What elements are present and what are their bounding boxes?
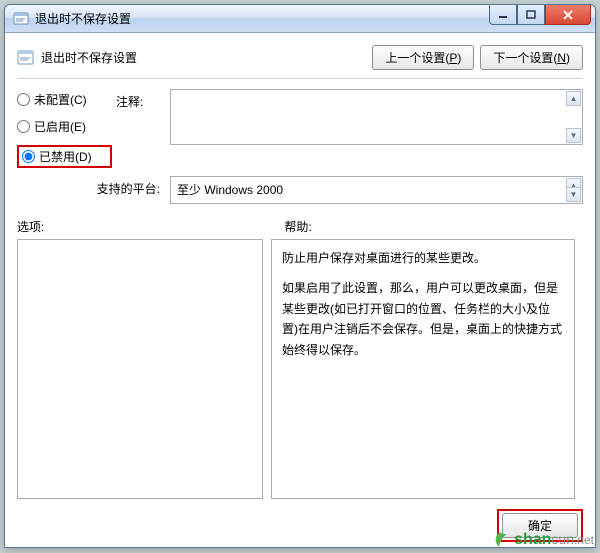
radio-not-configured[interactable]: 未配置(C)	[17, 91, 112, 108]
comment-label: 注释:	[116, 89, 166, 110]
maximize-button[interactable]	[517, 5, 545, 25]
watermark: shancun.net	[490, 530, 594, 550]
scroll-up-icon[interactable]: ▲	[566, 91, 581, 106]
radio-disabled-input[interactable]	[22, 150, 35, 163]
help-label: 帮助:	[284, 218, 311, 235]
prev-setting-button[interactable]: 上一个设置(P)	[372, 45, 474, 70]
leaf-icon	[490, 530, 510, 550]
radio-enabled[interactable]: 已启用(E)	[17, 118, 112, 135]
scroll-down-icon[interactable]: ▼	[566, 128, 581, 143]
radio-disabled[interactable]: 已禁用(D)	[22, 148, 92, 165]
window-title: 退出时不保存设置	[35, 10, 131, 27]
platform-label: 支持的平台:	[17, 176, 166, 197]
dialog-window: 退出时不保存设置 退出时不保存设置 上一个设置(P) 下一个设置(N)	[4, 4, 596, 548]
next-setting-button[interactable]: 下一个设置(N)	[480, 45, 583, 70]
client-area: 退出时不保存设置 上一个设置(P) 下一个设置(N) 未配置(C) 已启用(E)	[5, 33, 595, 552]
help-text-2: 如果启用了此设置，那么，用户可以更改桌面，但是某些更改(如已打开窗口的位置、任务…	[282, 278, 564, 360]
options-panel	[17, 239, 263, 499]
window-controls	[489, 5, 595, 25]
radio-enabled-input[interactable]	[17, 120, 30, 133]
comment-textarea[interactable]: ▲ ▼	[170, 89, 583, 145]
help-panel: 防止用户保存对桌面进行的某些更改。 如果启用了此设置，那么，用户可以更改桌面，但…	[271, 239, 575, 499]
options-label: 选项:	[17, 218, 44, 235]
page-title: 退出时不保存设置	[41, 49, 137, 66]
close-button[interactable]	[545, 5, 591, 25]
minimize-button[interactable]	[489, 5, 517, 25]
help-text-1: 防止用户保存对桌面进行的某些更改。	[282, 248, 564, 268]
platform-value: 至少 Windows 2000	[177, 181, 283, 198]
radio-not-configured-input[interactable]	[17, 93, 30, 106]
app-icon	[13, 11, 29, 27]
scroll-down-icon[interactable]: ▼	[566, 187, 581, 202]
highlight-disabled: 已禁用(D)	[17, 145, 112, 168]
titlebar[interactable]: 退出时不保存设置	[5, 5, 595, 33]
platform-box: 至少 Windows 2000 ▲ ▼	[170, 176, 583, 204]
separator	[17, 78, 583, 79]
page-icon	[17, 49, 35, 67]
